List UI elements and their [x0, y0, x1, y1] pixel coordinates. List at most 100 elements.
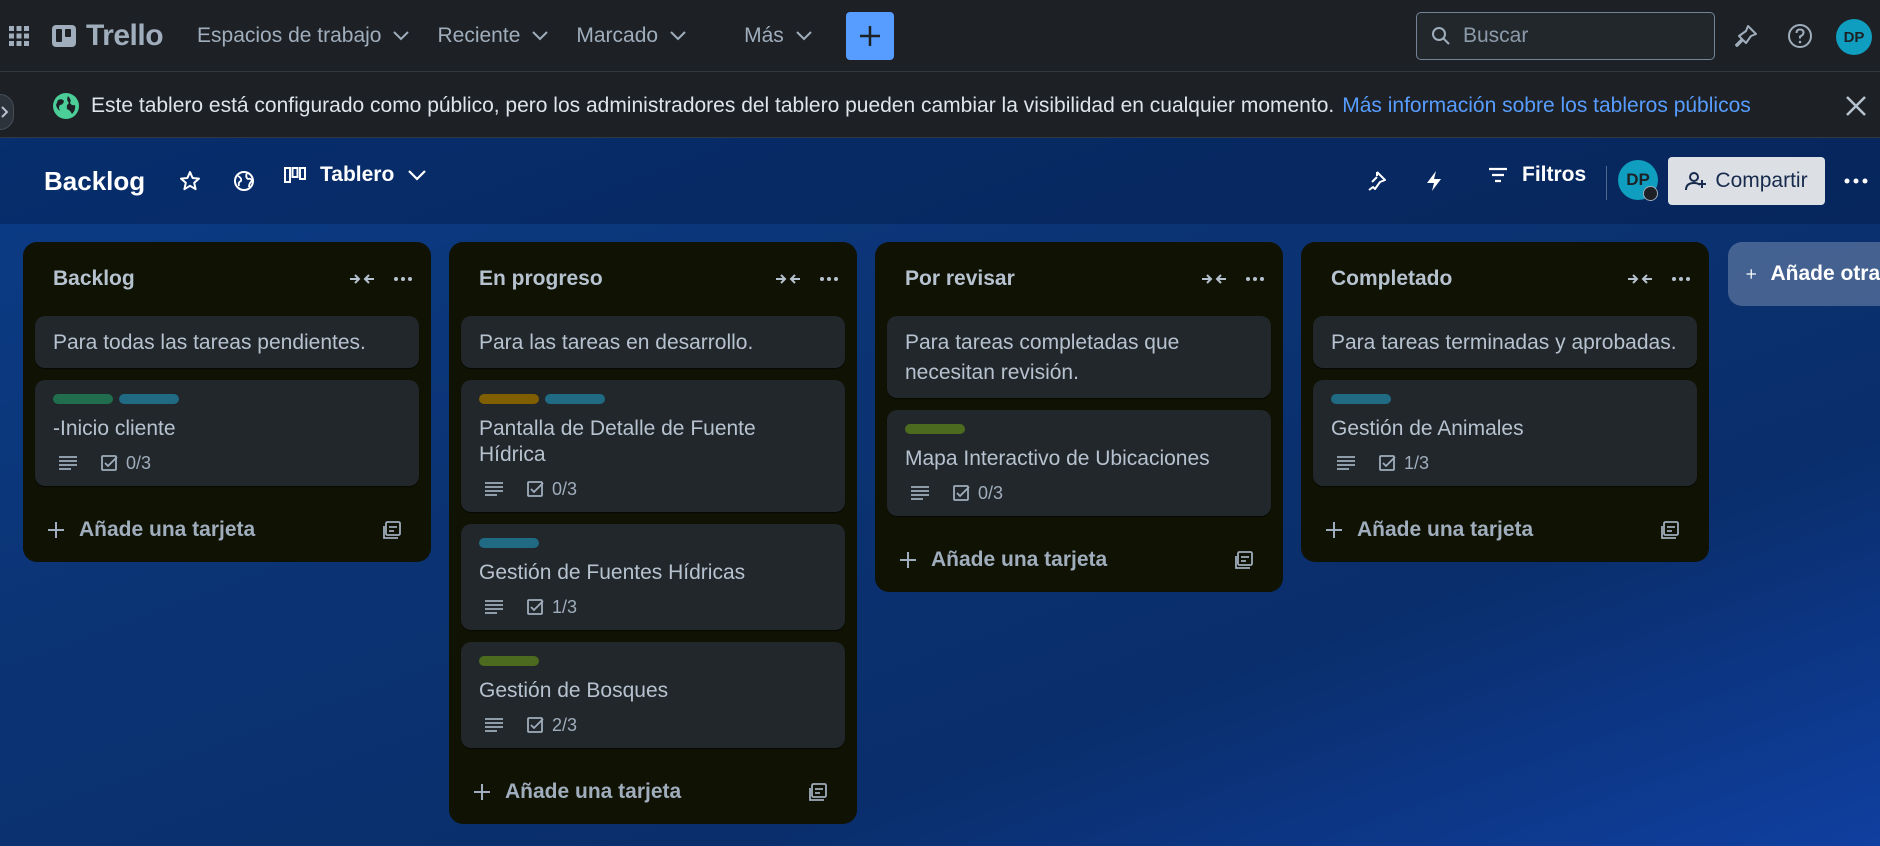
share-button[interactable]: Compartir	[1668, 157, 1825, 205]
filters-button[interactable]: Filtros	[1488, 163, 1586, 187]
chevron-down-icon	[532, 30, 549, 40]
plus-icon	[48, 522, 64, 538]
card-label	[545, 394, 605, 404]
card-badges: 0/3	[53, 452, 401, 474]
collapse-list-icon[interactable]	[1201, 272, 1227, 286]
nav-item-label: Espacios de trabajo	[197, 23, 382, 47]
collapse-list-icon[interactable]	[349, 272, 375, 286]
search-input[interactable]	[1463, 24, 1693, 48]
add-card-label: Añade una tarjeta	[505, 780, 682, 803]
filters-label: Filtros	[1522, 163, 1587, 186]
plus-icon	[859, 25, 880, 46]
trello-logo[interactable]: Trello	[52, 19, 164, 53]
card-label	[479, 538, 539, 548]
list-to-review: Por revisar Para tareas completadas que …	[875, 242, 1283, 592]
list-more-icon[interactable]	[393, 276, 413, 282]
collapse-list-icon[interactable]	[775, 272, 801, 286]
checkbox-icon	[953, 484, 970, 501]
card[interactable]: -Inicio cliente 0/3	[35, 380, 419, 486]
collapse-list-icon[interactable]	[1627, 272, 1653, 286]
user-avatar[interactable]: DP	[1836, 19, 1872, 55]
card-title: Gestión de Bosques	[479, 679, 669, 702]
public-boards-info-link[interactable]: Más información sobre los tableros públi…	[1342, 94, 1751, 117]
add-card-button[interactable]: Añade una tarjeta	[47, 518, 255, 542]
plus-icon	[1326, 522, 1342, 538]
plus-icon	[900, 552, 916, 568]
card-label	[479, 656, 539, 666]
list-description-card[interactable]: Para las tareas en desarrollo.	[461, 316, 845, 368]
card[interactable]: Mapa Interactivo de Ubicaciones 0/3	[887, 410, 1271, 516]
nav-more-dropdown[interactable]: Más	[730, 14, 826, 58]
card-title: Gestión de Fuentes Hídricas	[479, 561, 746, 584]
card-badges: 0/3	[905, 482, 1253, 504]
card-badges: 1/3	[1331, 452, 1679, 474]
list-description-card[interactable]: Para todas las tareas pendientes.	[35, 316, 419, 368]
view-switcher[interactable]: Tablero	[284, 163, 427, 187]
filter-icon	[1489, 167, 1507, 183]
nav-menu: Espacios de trabajo Reciente Marcado Más	[183, 14, 826, 58]
checklist-count: 1/3	[1404, 452, 1430, 473]
nav-starred-dropdown[interactable]: Marcado	[562, 14, 700, 58]
checklist-badge: 0/3	[953, 483, 1003, 504]
notifications-icon[interactable]	[1728, 18, 1764, 54]
add-card-row: Añade una tarjeta	[461, 760, 845, 824]
add-list-button[interactable]: Añade otra lista	[1728, 242, 1880, 306]
card[interactable]: Gestión de Fuentes Hídricas 1/3	[461, 524, 845, 630]
nav-workspaces-dropdown[interactable]: Espacios de trabajo	[183, 14, 423, 58]
app-switcher-icon[interactable]	[2, 19, 36, 53]
list-description-card[interactable]: Para tareas completadas que necesitan re…	[887, 316, 1271, 398]
list-description-card[interactable]: Para tareas terminadas y aprobadas.	[1313, 316, 1697, 368]
add-card-button[interactable]: Añade una tarjeta	[899, 548, 1107, 572]
create-from-template-icon[interactable]	[383, 521, 403, 539]
description-icon	[485, 600, 503, 614]
chevron-right-icon	[1, 106, 9, 118]
list-more-icon[interactable]	[1245, 276, 1265, 282]
card-labels	[1331, 394, 1679, 404]
card-labels	[53, 394, 401, 404]
card-badges: 2/3	[479, 714, 827, 736]
board-title[interactable]: Backlog	[44, 166, 145, 197]
create-button[interactable]	[845, 11, 894, 60]
list-more-icon[interactable]	[819, 276, 839, 282]
list-more-icon[interactable]	[1671, 276, 1691, 282]
card[interactable]: Gestión de Animales 1/3	[1313, 380, 1697, 486]
close-banner-button[interactable]	[1840, 90, 1872, 122]
list-title[interactable]: En progreso	[479, 267, 603, 291]
list-title[interactable]: Por revisar	[905, 267, 1015, 291]
sidebar-toggle-button[interactable]	[0, 94, 14, 130]
board-header: Backlog Tablero Filtros DP Compartir	[0, 138, 1880, 224]
checklist-badge: 0/3	[101, 453, 151, 474]
visibility-globe-icon[interactable]	[228, 165, 260, 197]
create-from-template-icon[interactable]	[809, 783, 829, 801]
description-icon	[485, 718, 503, 732]
card[interactable]: Pantalla de Detalle de Fuente Hídrica 0/…	[461, 380, 845, 512]
card-label	[479, 394, 539, 404]
add-card-row: Añade una tarjeta	[35, 498, 419, 562]
help-icon[interactable]	[1782, 18, 1818, 54]
add-card-button[interactable]: Añade una tarjeta	[1325, 518, 1533, 542]
card-label	[119, 394, 179, 404]
admin-badge-icon	[1643, 186, 1658, 201]
checkbox-icon	[1379, 454, 1396, 471]
power-ups-icon[interactable]	[1360, 165, 1392, 197]
add-person-icon	[1685, 172, 1707, 191]
card-label	[1331, 394, 1391, 404]
nav-recent-dropdown[interactable]: Reciente	[423, 14, 562, 58]
plus-icon	[1746, 269, 1756, 279]
view-label: Tablero	[320, 163, 395, 186]
board-menu-more-icon[interactable]	[1840, 165, 1872, 197]
checklist-count: 0/3	[126, 452, 152, 473]
create-from-template-icon[interactable]	[1235, 551, 1255, 569]
card-title: -Inicio cliente	[53, 417, 176, 440]
nav-item-label: Más	[744, 23, 784, 47]
list-title[interactable]: Completado	[1331, 267, 1452, 291]
board-canvas: Backlog Tablero Filtros DP Compartir Bac…	[0, 138, 1880, 846]
list-title[interactable]: Backlog	[53, 267, 135, 291]
board-view-icon	[284, 167, 306, 183]
card[interactable]: Gestión de Bosques 2/3	[461, 642, 845, 748]
automation-icon[interactable]	[1418, 165, 1450, 197]
add-card-button[interactable]: Añade una tarjeta	[473, 780, 681, 804]
search-box[interactable]	[1416, 12, 1715, 60]
star-board-icon[interactable]	[174, 165, 206, 197]
create-from-template-icon[interactable]	[1661, 521, 1681, 539]
